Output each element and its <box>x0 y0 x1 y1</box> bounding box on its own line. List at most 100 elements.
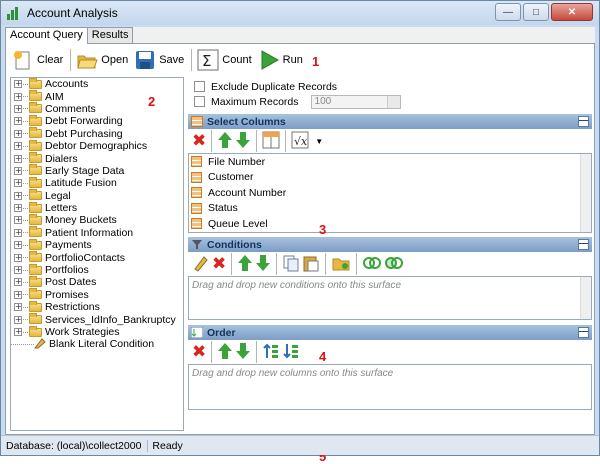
expand-icon[interactable]: + <box>14 154 22 163</box>
exclude-duplicates-label: Exclude Duplicate Records <box>211 80 338 93</box>
column-list-item[interactable]: Account Number <box>189 185 591 201</box>
tree-item[interactable]: + Promises <box>11 288 183 301</box>
folder-icon <box>29 263 42 275</box>
tree-item[interactable]: + AIM <box>11 90 183 103</box>
expand-icon[interactable]: + <box>14 253 22 262</box>
move-down-icon[interactable] <box>235 131 251 152</box>
tree-item[interactable]: + Payments <box>11 238 183 251</box>
expand-icon[interactable]: + <box>14 241 22 250</box>
sort-descending-icon[interactable] <box>282 342 300 363</box>
tree-item[interactable]: + Post Dates <box>11 275 183 289</box>
function-icon[interactable]: √x <box>291 131 313 152</box>
and-operator-icon[interactable] <box>362 254 382 275</box>
tree-item-label: Restrictions <box>45 301 100 314</box>
expand-icon[interactable]: + <box>14 328 22 336</box>
column-layout-icon[interactable] <box>262 131 280 152</box>
tree-item[interactable]: + Debt Purchasing <box>11 127 183 140</box>
column-list-item[interactable]: Status <box>189 201 591 217</box>
or-operator-icon[interactable] <box>384 254 404 275</box>
tree-item[interactable]: + Patient Information <box>11 226 183 239</box>
expand-icon[interactable]: + <box>14 92 22 101</box>
collapse-button[interactable]: — <box>578 116 589 127</box>
column-label: Status <box>208 202 238 215</box>
column-list-item[interactable]: Queue Level <box>189 216 591 232</box>
tree-item[interactable]: + Money Buckets <box>11 213 183 226</box>
max-records-spinner[interactable]: 100 <box>310 94 401 109</box>
tree-item[interactable]: + Portfolios <box>11 263 183 276</box>
expand-icon[interactable]: + <box>14 266 22 275</box>
tree-item[interactable]: + Letters <box>11 201 183 214</box>
expand-icon[interactable]: + <box>14 129 22 138</box>
delete-icon[interactable]: ✖ <box>192 343 206 361</box>
tree-item-label: Post Dates <box>45 276 97 289</box>
tree-item[interactable]: + Debt Forwarding <box>11 114 183 127</box>
expand-icon[interactable]: + <box>14 179 22 188</box>
run-label: Run <box>282 54 303 66</box>
expand-icon[interactable]: + <box>14 191 22 200</box>
move-down-icon[interactable] <box>255 254 271 275</box>
run-button[interactable]: Run <box>256 47 305 73</box>
expand-icon[interactable]: + <box>14 166 22 175</box>
delete-icon[interactable]: ✖ <box>192 132 206 150</box>
expand-icon[interactable]: + <box>14 204 22 213</box>
tree-item-label: AIM <box>45 90 64 103</box>
exclude-duplicates-checkbox[interactable] <box>194 81 205 92</box>
columns-scrollbar[interactable] <box>580 154 591 232</box>
expand-icon[interactable]: + <box>14 315 22 324</box>
expand-icon[interactable]: + <box>14 290 22 299</box>
tab-account-query[interactable]: Account Query <box>5 27 88 44</box>
tree-item[interactable]: + Early Stage Data <box>11 164 183 177</box>
callout-number-1: 1 <box>312 54 320 69</box>
expand-icon[interactable]: + <box>14 228 22 237</box>
minimize-button[interactable]: — <box>495 3 521 21</box>
order-surface[interactable]: Drag and drop new columns onto this surf… <box>188 364 592 410</box>
save-button[interactable]: Save <box>132 47 186 73</box>
expand-icon[interactable]: + <box>14 303 22 312</box>
column-list-item[interactable]: File Number <box>189 154 591 170</box>
move-up-icon[interactable] <box>237 254 253 275</box>
svg-text:√x: √x <box>294 135 308 148</box>
collapse-button[interactable]: — <box>578 327 589 338</box>
count-button[interactable]: Σ Count <box>195 47 253 73</box>
paste-icon[interactable] <box>302 254 320 275</box>
maximize-button[interactable]: □ <box>523 3 549 21</box>
delete-icon[interactable]: ✖ <box>212 255 226 273</box>
expand-icon[interactable]: + <box>14 117 22 126</box>
move-up-icon[interactable] <box>217 342 233 363</box>
status-bar: Database: (local)\collect2000 Ready <box>1 435 599 455</box>
tree-item[interactable]: + PortfolioContacts <box>11 251 183 264</box>
move-down-icon[interactable] <box>235 342 251 363</box>
expand-icon[interactable]: + <box>14 278 22 287</box>
max-records-checkbox[interactable] <box>194 96 205 107</box>
expand-icon[interactable]: + <box>14 142 22 151</box>
edit-condition-icon[interactable] <box>192 254 210 275</box>
tree-connector <box>23 108 28 110</box>
expand-icon[interactable]: + <box>14 216 22 225</box>
tree-item[interactable]: + Latitude Fusion <box>11 176 183 189</box>
move-up-icon[interactable] <box>217 131 233 152</box>
tree-item[interactable]: + Comments <box>11 102 183 115</box>
collapse-button[interactable]: — <box>578 239 589 250</box>
tree-item[interactable]: + Accounts <box>11 78 183 90</box>
tree-item[interactable]: + Legal <box>11 189 183 202</box>
tree-item[interactable]: + Restrictions <box>11 300 183 314</box>
tree-item[interactable]: Blank Literal Condition <box>11 338 183 350</box>
open-button[interactable]: Open <box>74 47 130 73</box>
column-list-item[interactable]: Customer <box>189 170 591 186</box>
group-folder-icon[interactable] <box>331 254 351 275</box>
chevron-down-icon[interactable]: ▼ <box>315 137 323 146</box>
tab-results[interactable]: Results <box>86 27 134 43</box>
conditions-surface[interactable]: Drag and drop new conditions onto this s… <box>188 276 592 320</box>
tree-item[interactable]: + Services_IdInfo_Bankruptcy <box>11 313 183 326</box>
tree-item-label: Dialers <box>45 152 78 165</box>
sort-ascending-icon[interactable] <box>262 342 280 363</box>
copy-icon[interactable] <box>282 254 300 275</box>
tree-item[interactable]: + Debtor Demographics <box>11 139 183 152</box>
conditions-scrollbar[interactable] <box>580 277 591 319</box>
clear-button[interactable]: Clear <box>10 47 65 73</box>
close-button[interactable]: ✕ <box>551 3 593 21</box>
tree-item[interactable]: + Dialers <box>11 152 183 165</box>
expand-icon[interactable]: + <box>14 80 22 89</box>
tree-item[interactable]: + Work Strategies <box>11 325 183 338</box>
expand-icon[interactable]: + <box>14 104 22 113</box>
